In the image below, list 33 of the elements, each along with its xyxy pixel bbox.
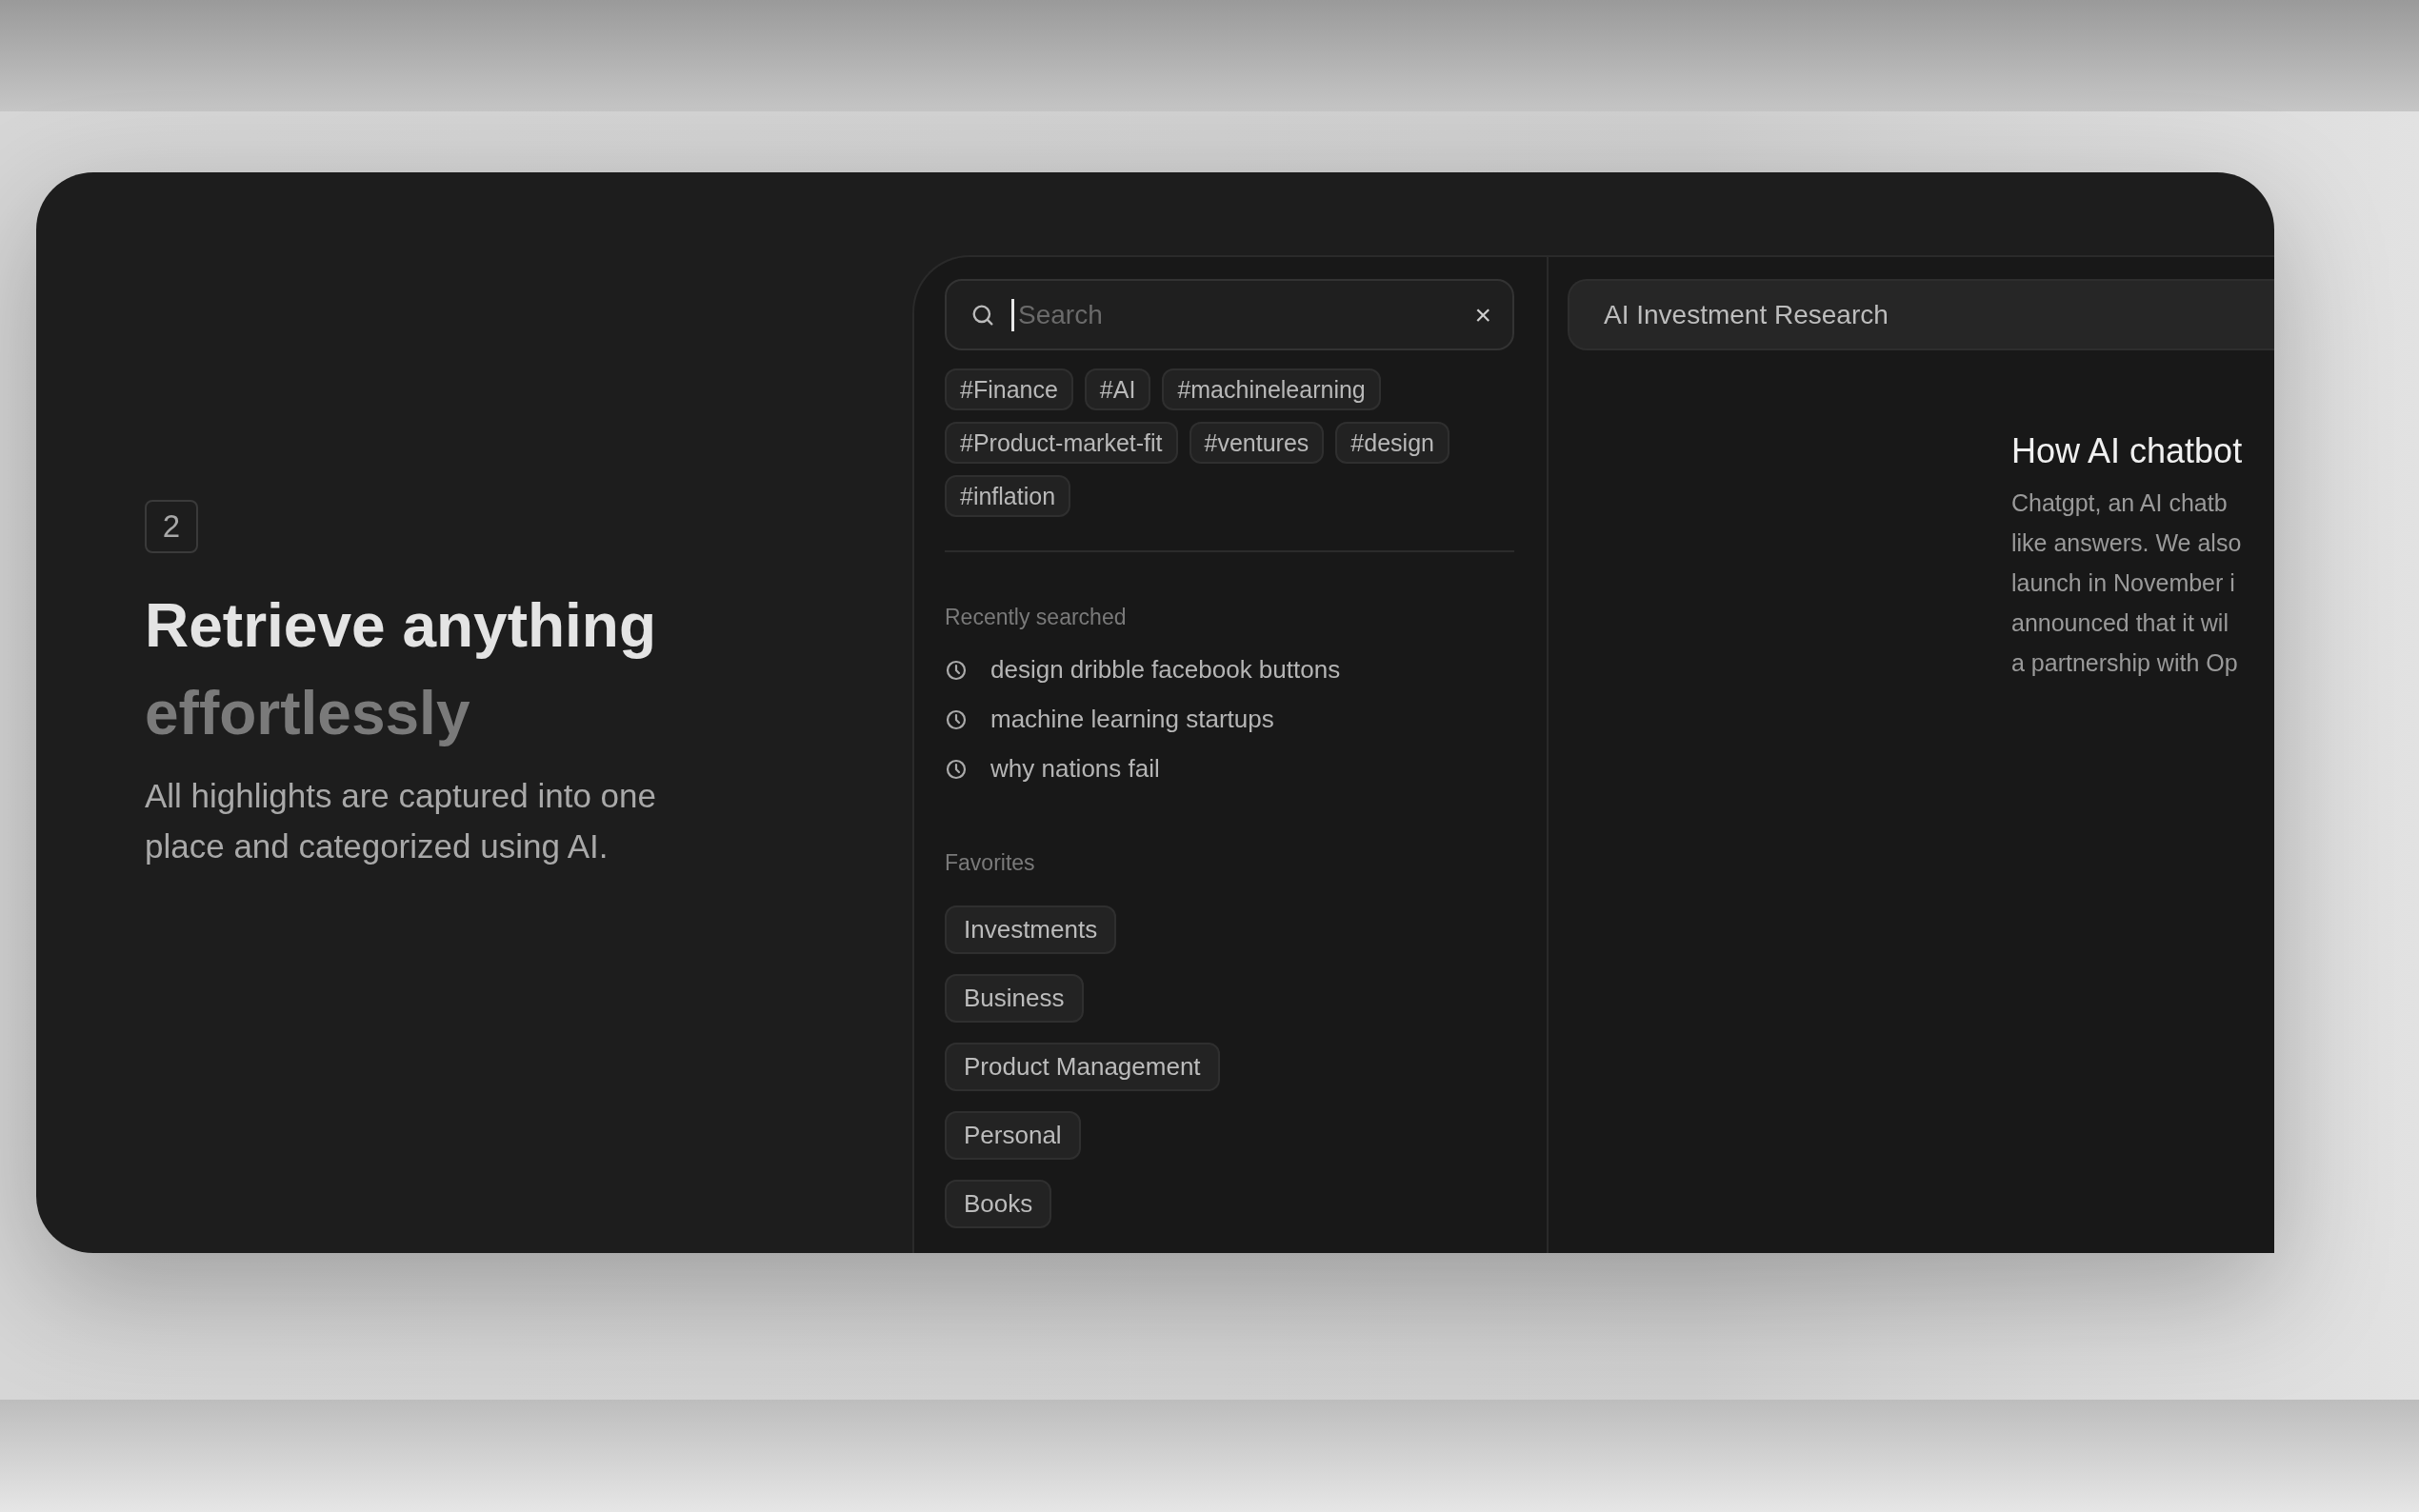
tag-chip[interactable]: #Product-market-fit — [945, 422, 1178, 464]
favorite-chip[interactable]: Books — [945, 1180, 1052, 1228]
article-text-line: announced that it wil — [2011, 608, 2229, 638]
search-field[interactable]: Search × — [945, 279, 1514, 350]
favorite-chip[interactable]: Personal — [945, 1111, 1081, 1160]
recent-search-link[interactable]: design dribble facebook buttons — [990, 655, 1341, 685]
favorite-chip[interactable]: Investments — [945, 905, 1117, 954]
description: All highlights are captured into one place and categorized using AI. — [145, 776, 657, 866]
article-text-line: Chatgpt, an AI chatb — [2011, 488, 2229, 518]
document-title: AI Investment Research — [1604, 299, 1889, 330]
clear-button[interactable]: × — [1474, 298, 1491, 331]
article-heading: How AI chatbot — [2011, 431, 2244, 471]
tag-chip[interactable]: #machinelearning — [1162, 368, 1381, 410]
tag-chip[interactable]: #inflation — [945, 475, 1071, 517]
tag-chip[interactable]: #Finance — [945, 368, 1073, 410]
tag-chip[interactable]: #design — [1335, 422, 1449, 464]
clock-icon — [945, 757, 968, 781]
tag-chip[interactable]: #ventures — [1189, 422, 1325, 464]
headline-subtitle: effortlessly — [145, 678, 470, 749]
headline: Retrieve anything — [145, 590, 657, 662]
section-title: Favorites — [945, 850, 1036, 876]
recent-search-link[interactable]: why nations fail — [990, 754, 1160, 784]
clock-icon — [945, 707, 968, 731]
section-title: Recently searched — [945, 605, 1128, 630]
article-text-line: like answers. We also — [2011, 528, 2243, 558]
favorite-chip[interactable]: Product Management — [945, 1043, 1220, 1091]
article-text-line: launch in November i — [2011, 568, 2236, 598]
tag-chip[interactable]: #AI — [1084, 368, 1151, 410]
favorite-chip[interactable]: Business — [945, 974, 1084, 1023]
clock-icon — [945, 658, 968, 682]
article-text-line: a partnership with Op — [2011, 648, 2239, 678]
step-number: 2 — [145, 500, 198, 553]
recent-search-link[interactable]: machine learning startups — [990, 705, 1274, 734]
